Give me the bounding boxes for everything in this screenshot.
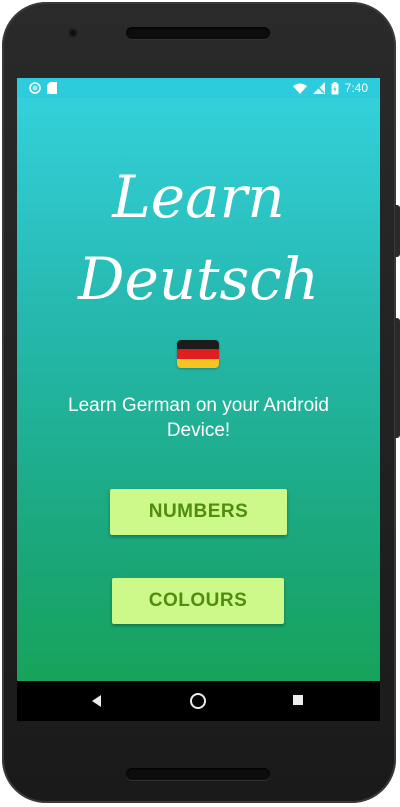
app-subtitle: Learn German on your Android Device!	[68, 395, 329, 441]
status-time: 7:40	[344, 81, 368, 95]
no-signal-icon	[312, 82, 325, 94]
bottom-speaker-grille	[126, 768, 270, 780]
app-title: Learn Deutsch	[17, 156, 380, 320]
title-line-deutsch: Deutsch	[77, 245, 320, 313]
screen: Learn Deutsch Learn German on your Andro…	[17, 78, 380, 721]
battery-icon	[331, 81, 339, 94]
wifi-icon	[292, 83, 307, 94]
phone-device: Learn Deutsch Learn German on your Andro…	[0, 0, 400, 807]
colours-button[interactable]: COLOURS	[112, 578, 284, 624]
home-icon[interactable]	[190, 693, 206, 709]
status-bar: 7:40	[17, 78, 380, 98]
volume-rocker	[395, 318, 400, 438]
navigation-bar	[17, 681, 380, 721]
circle-notification-icon	[29, 82, 41, 94]
sd-card-icon	[47, 82, 57, 94]
top-speaker-grille	[126, 27, 270, 39]
app-content: Learn Deutsch Learn German on your Andro…	[17, 78, 380, 681]
back-icon[interactable]	[92, 695, 101, 707]
front-camera	[68, 28, 78, 38]
power-button	[395, 205, 400, 257]
title-line-learn: Learn	[112, 163, 285, 231]
recents-icon[interactable]	[293, 695, 303, 705]
numbers-button[interactable]: NUMBERS	[110, 489, 287, 535]
germany-flag-icon	[177, 340, 219, 368]
